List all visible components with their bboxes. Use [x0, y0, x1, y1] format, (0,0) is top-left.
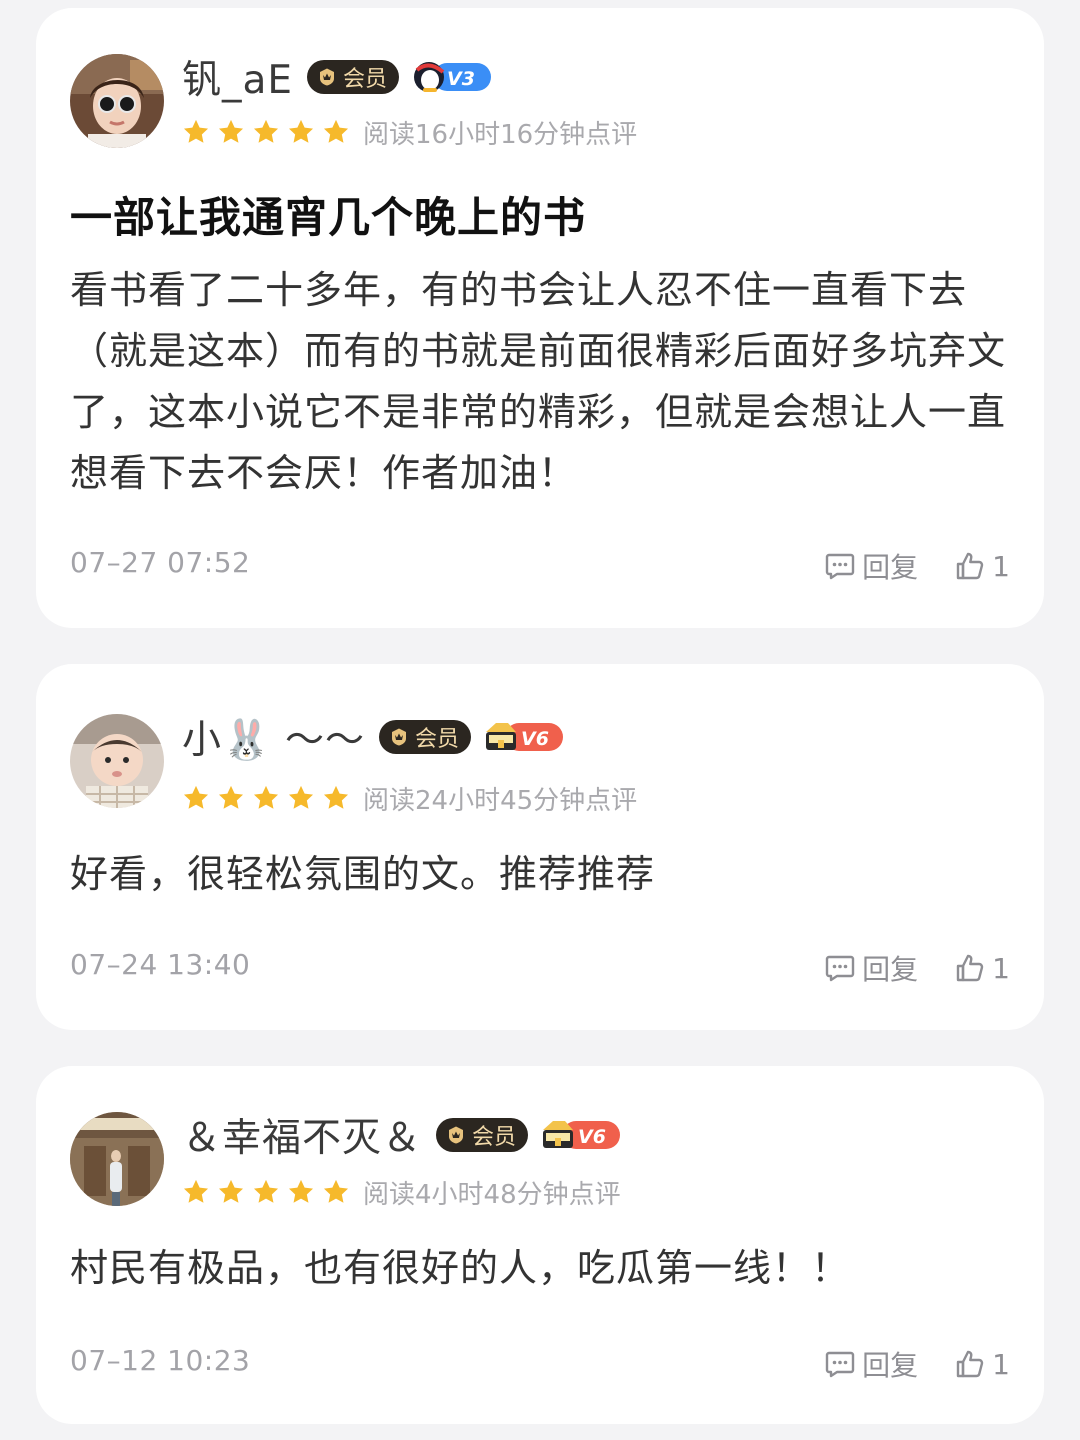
reply-button[interactable]: 回复 [824, 948, 918, 988]
review-card: 小🐰 ～～ 会员 V6 阅读24小时45分钟点评 好看，很轻松氛围的文。推荐推荐… [36, 664, 1044, 1030]
like-button[interactable]: 1 [954, 952, 1010, 985]
star-rating [182, 118, 357, 146]
vip-crown-icon [317, 67, 337, 87]
rating-row: 阅读24小时45分钟点评 [182, 778, 637, 818]
member-label: 会员 [343, 67, 388, 92]
thumbs-up-icon [954, 1348, 986, 1380]
star-icon [322, 118, 350, 146]
review-date: 07–27 07:52 [70, 546, 251, 579]
thumbs-up-icon [954, 952, 986, 984]
level-badge: V6 [483, 720, 565, 754]
star-icon [217, 784, 245, 812]
level-badge: V6 [540, 1118, 622, 1152]
star-icon [287, 1178, 315, 1206]
review-card: ＆幸福不灭＆ 会员 V6 阅读4小时48分钟点评 村民有极品，也有很好的人，吃瓜… [36, 1066, 1044, 1424]
star-icon [217, 1178, 245, 1206]
like-button[interactable]: 1 [954, 550, 1010, 583]
star-rating [182, 1178, 357, 1206]
review-date: 07–12 10:23 [70, 1344, 251, 1377]
star-icon [182, 1178, 210, 1206]
comment-icon [824, 550, 856, 582]
rating-row: 阅读16小时16分钟点评 [182, 112, 637, 152]
level-text: V3 [447, 68, 475, 90]
level-text: V6 [521, 728, 549, 750]
star-icon [182, 118, 210, 146]
reply-label: 回复 [862, 953, 919, 986]
star-icon [217, 118, 245, 146]
user-avatar[interactable] [70, 1112, 164, 1206]
username[interactable]: ＆幸福不灭＆ [182, 1107, 422, 1163]
member-label: 会员 [414, 727, 459, 752]
like-count: 1 [992, 549, 1010, 583]
reply-button[interactable]: 回复 [824, 546, 918, 586]
level-text: V6 [578, 1126, 606, 1148]
penguin-icon [414, 62, 445, 92]
review-body[interactable]: 村民有极品，也有很好的人，吃瓜第一线！！ [70, 1238, 1010, 1299]
comment-icon [824, 952, 856, 984]
username[interactable]: 小🐰 ～～ [182, 709, 365, 765]
user-name-row: 钒_aE 会员 V3 [182, 49, 493, 105]
read-time: 阅读4小时48分钟点评 [363, 1179, 621, 1210]
member-badge: 会员 [378, 720, 471, 754]
review-actions: 回复 1 [824, 546, 1010, 586]
rating-row: 阅读4小时48分钟点评 [182, 1172, 621, 1212]
user-avatar[interactable] [70, 714, 164, 808]
star-icon [322, 1178, 350, 1206]
username[interactable]: 钒_aE [182, 49, 293, 105]
review-title: 一部让我通宵几个晚上的书 [70, 193, 587, 242]
star-icon [252, 784, 280, 812]
treasure-chest-icon [485, 723, 516, 750]
review-actions: 回复 1 [824, 948, 1010, 988]
review-actions: 回复 1 [824, 1344, 1010, 1384]
member-badge: 会员 [307, 60, 400, 94]
user-avatar[interactable] [70, 54, 164, 148]
vip-crown-icon [389, 727, 409, 747]
like-count: 1 [992, 951, 1010, 985]
read-time: 阅读24小时45分钟点评 [363, 785, 638, 816]
vip-crown-icon [446, 1125, 466, 1145]
member-badge: 会员 [436, 1118, 529, 1152]
reply-label: 回复 [862, 1349, 919, 1382]
star-icon [287, 784, 315, 812]
like-button[interactable]: 1 [954, 1348, 1010, 1381]
star-rating [182, 784, 357, 812]
reply-label: 回复 [862, 551, 919, 584]
reply-button[interactable]: 回复 [824, 1344, 918, 1384]
read-time: 阅读16小时16分钟点评 [363, 119, 638, 150]
thumbs-up-icon [954, 550, 986, 582]
user-name-row: 小🐰 ～～ 会员 V6 [182, 709, 565, 765]
review-body[interactable]: 看书看了二十多年，有的书会让人忍不住一直看下去（就是这本）而有的书就是前面很精彩… [70, 260, 1010, 504]
star-icon [252, 1178, 280, 1206]
star-icon [322, 784, 350, 812]
user-name-row: ＆幸福不灭＆ 会员 V6 [182, 1107, 622, 1163]
review-body[interactable]: 好看，很轻松氛围的文。推荐推荐 [70, 844, 1010, 905]
level-badge: V3 [411, 60, 493, 94]
star-icon [287, 118, 315, 146]
star-icon [252, 118, 280, 146]
like-count: 1 [992, 1347, 1010, 1381]
comment-icon [824, 1348, 856, 1380]
member-label: 会员 [472, 1125, 517, 1150]
review-date: 07–24 13:40 [70, 948, 251, 981]
star-icon [182, 784, 210, 812]
treasure-chest-icon [543, 1121, 574, 1148]
review-card: 钒_aE 会员 V3 阅读16小时16分钟点评 一部让我通宵几个晚上的书 看书看… [36, 8, 1044, 628]
